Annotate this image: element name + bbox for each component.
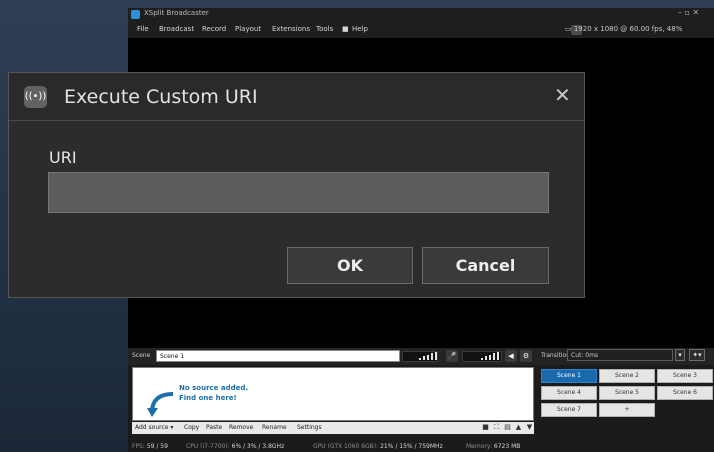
menu-record[interactable]: Record [202,25,226,33]
remove-button[interactable]: Remove [229,424,253,431]
move-up-icon[interactable]: ▲ [514,423,523,432]
scene-name-input[interactable]: Scene 1 [156,350,400,362]
speaker-icon[interactable]: ◀ [505,350,517,362]
ok-button[interactable]: OK [287,247,413,284]
pin-icon[interactable]: ✦▾ [689,349,705,361]
audio-meter-mic [462,351,502,362]
lock-icon[interactable]: ■ [481,423,490,432]
dialog-divider [9,120,584,121]
memory-status: Memory: 6723 MB [466,443,521,450]
audio-meter-speaker [402,351,438,362]
scene-button-3[interactable]: Scene 3 [657,369,713,383]
execute-uri-dialog: ((•)) Execute Custom URI ✕ URI OK Cancel [8,72,585,298]
resolution-selector[interactable]: ▭ 1920 x 1080 @ 60.00 fps, 48% [565,25,682,33]
scene-label: Scene [132,352,151,359]
broadcast-icon: ((•)) [24,86,47,108]
move-down-icon[interactable]: ▼ [525,423,534,432]
scene-button-1[interactable]: Scene 1 [541,369,597,383]
cpu-status: CPU (i7-7700): 6% / 3% / 3.8GHz [186,443,285,450]
transition-select[interactable]: Cut: 0ms [567,349,673,361]
menu-bar: File Broadcast Record Playout Extensions… [128,22,714,38]
transition-label: Transition [541,352,571,359]
fps-status: FPS: 59 / 59 [132,443,168,450]
layout-icon[interactable]: ▤ [503,423,512,432]
scene-button-2[interactable]: Scene 2 [599,369,655,383]
curved-arrow-icon [147,392,174,417]
microphone-icon[interactable]: 🎤 [446,350,458,362]
uri-input[interactable] [48,172,549,213]
transition-dropdown-icon[interactable]: ▾ [675,349,685,361]
sources-list[interactable]: No source added. Find one here! [132,367,534,421]
dialog-header: ((•)) Execute Custom URI ✕ [9,73,584,120]
dialog-title: Execute Custom URI [64,86,258,108]
scene-button-7[interactable]: Scene 7 [541,403,597,417]
cancel-button[interactable]: Cancel [422,247,549,284]
title-bar: XSplit Broadcaster – ▫ ✕ [128,8,714,22]
film-icon: ■ [342,25,349,33]
menu-playout[interactable]: Playout [235,25,261,33]
scene-button-6[interactable]: Scene 6 [657,386,713,400]
window-controls[interactable]: – ▫ ✕ [678,8,714,17]
rename-button[interactable]: Rename [262,424,287,431]
add-source-button[interactable]: Add source ▾ [135,424,173,431]
menu-help[interactable]: Help [352,25,368,33]
close-icon[interactable]: ✕ [554,83,571,107]
empty-message-line1: No source added. [179,384,249,392]
uri-label: URI [49,148,77,167]
scene-button-5[interactable]: Scene 5 [599,386,655,400]
app-title: XSplit Broadcaster [144,9,209,17]
gear-icon[interactable]: ⚙ [520,350,532,362]
xsplit-logo-icon [131,10,140,19]
monitor-icon: ▭ [565,25,574,33]
gpu-status: GPU (GTX 1060 6GB): 21% / 15% / 759MHz [313,443,443,450]
settings-button[interactable]: Settings [297,424,322,431]
empty-message-line2[interactable]: Find one here! [179,394,237,402]
menu-extensions[interactable]: Extensions [272,25,310,33]
status-bar: FPS: 59 / 59 CPU (i7-7700): 6% / 3% / 3.… [128,441,714,452]
source-actions-bar: Add source ▾ Copy Paste Remove Rename Se… [132,422,534,434]
scene-button-4[interactable]: Scene 4 [541,386,597,400]
paste-button[interactable]: Paste [206,424,222,431]
fit-icon[interactable]: ⛶ [492,423,501,432]
menu-tools[interactable]: Tools [316,25,333,33]
resolution-label: 1920 x 1080 @ 60.00 fps, 48% [573,25,683,33]
copy-button[interactable]: Copy [184,424,199,431]
add-scene-button[interactable]: + [599,403,655,417]
menu-file[interactable]: File [137,25,149,33]
menu-broadcast[interactable]: Broadcast [159,25,194,33]
